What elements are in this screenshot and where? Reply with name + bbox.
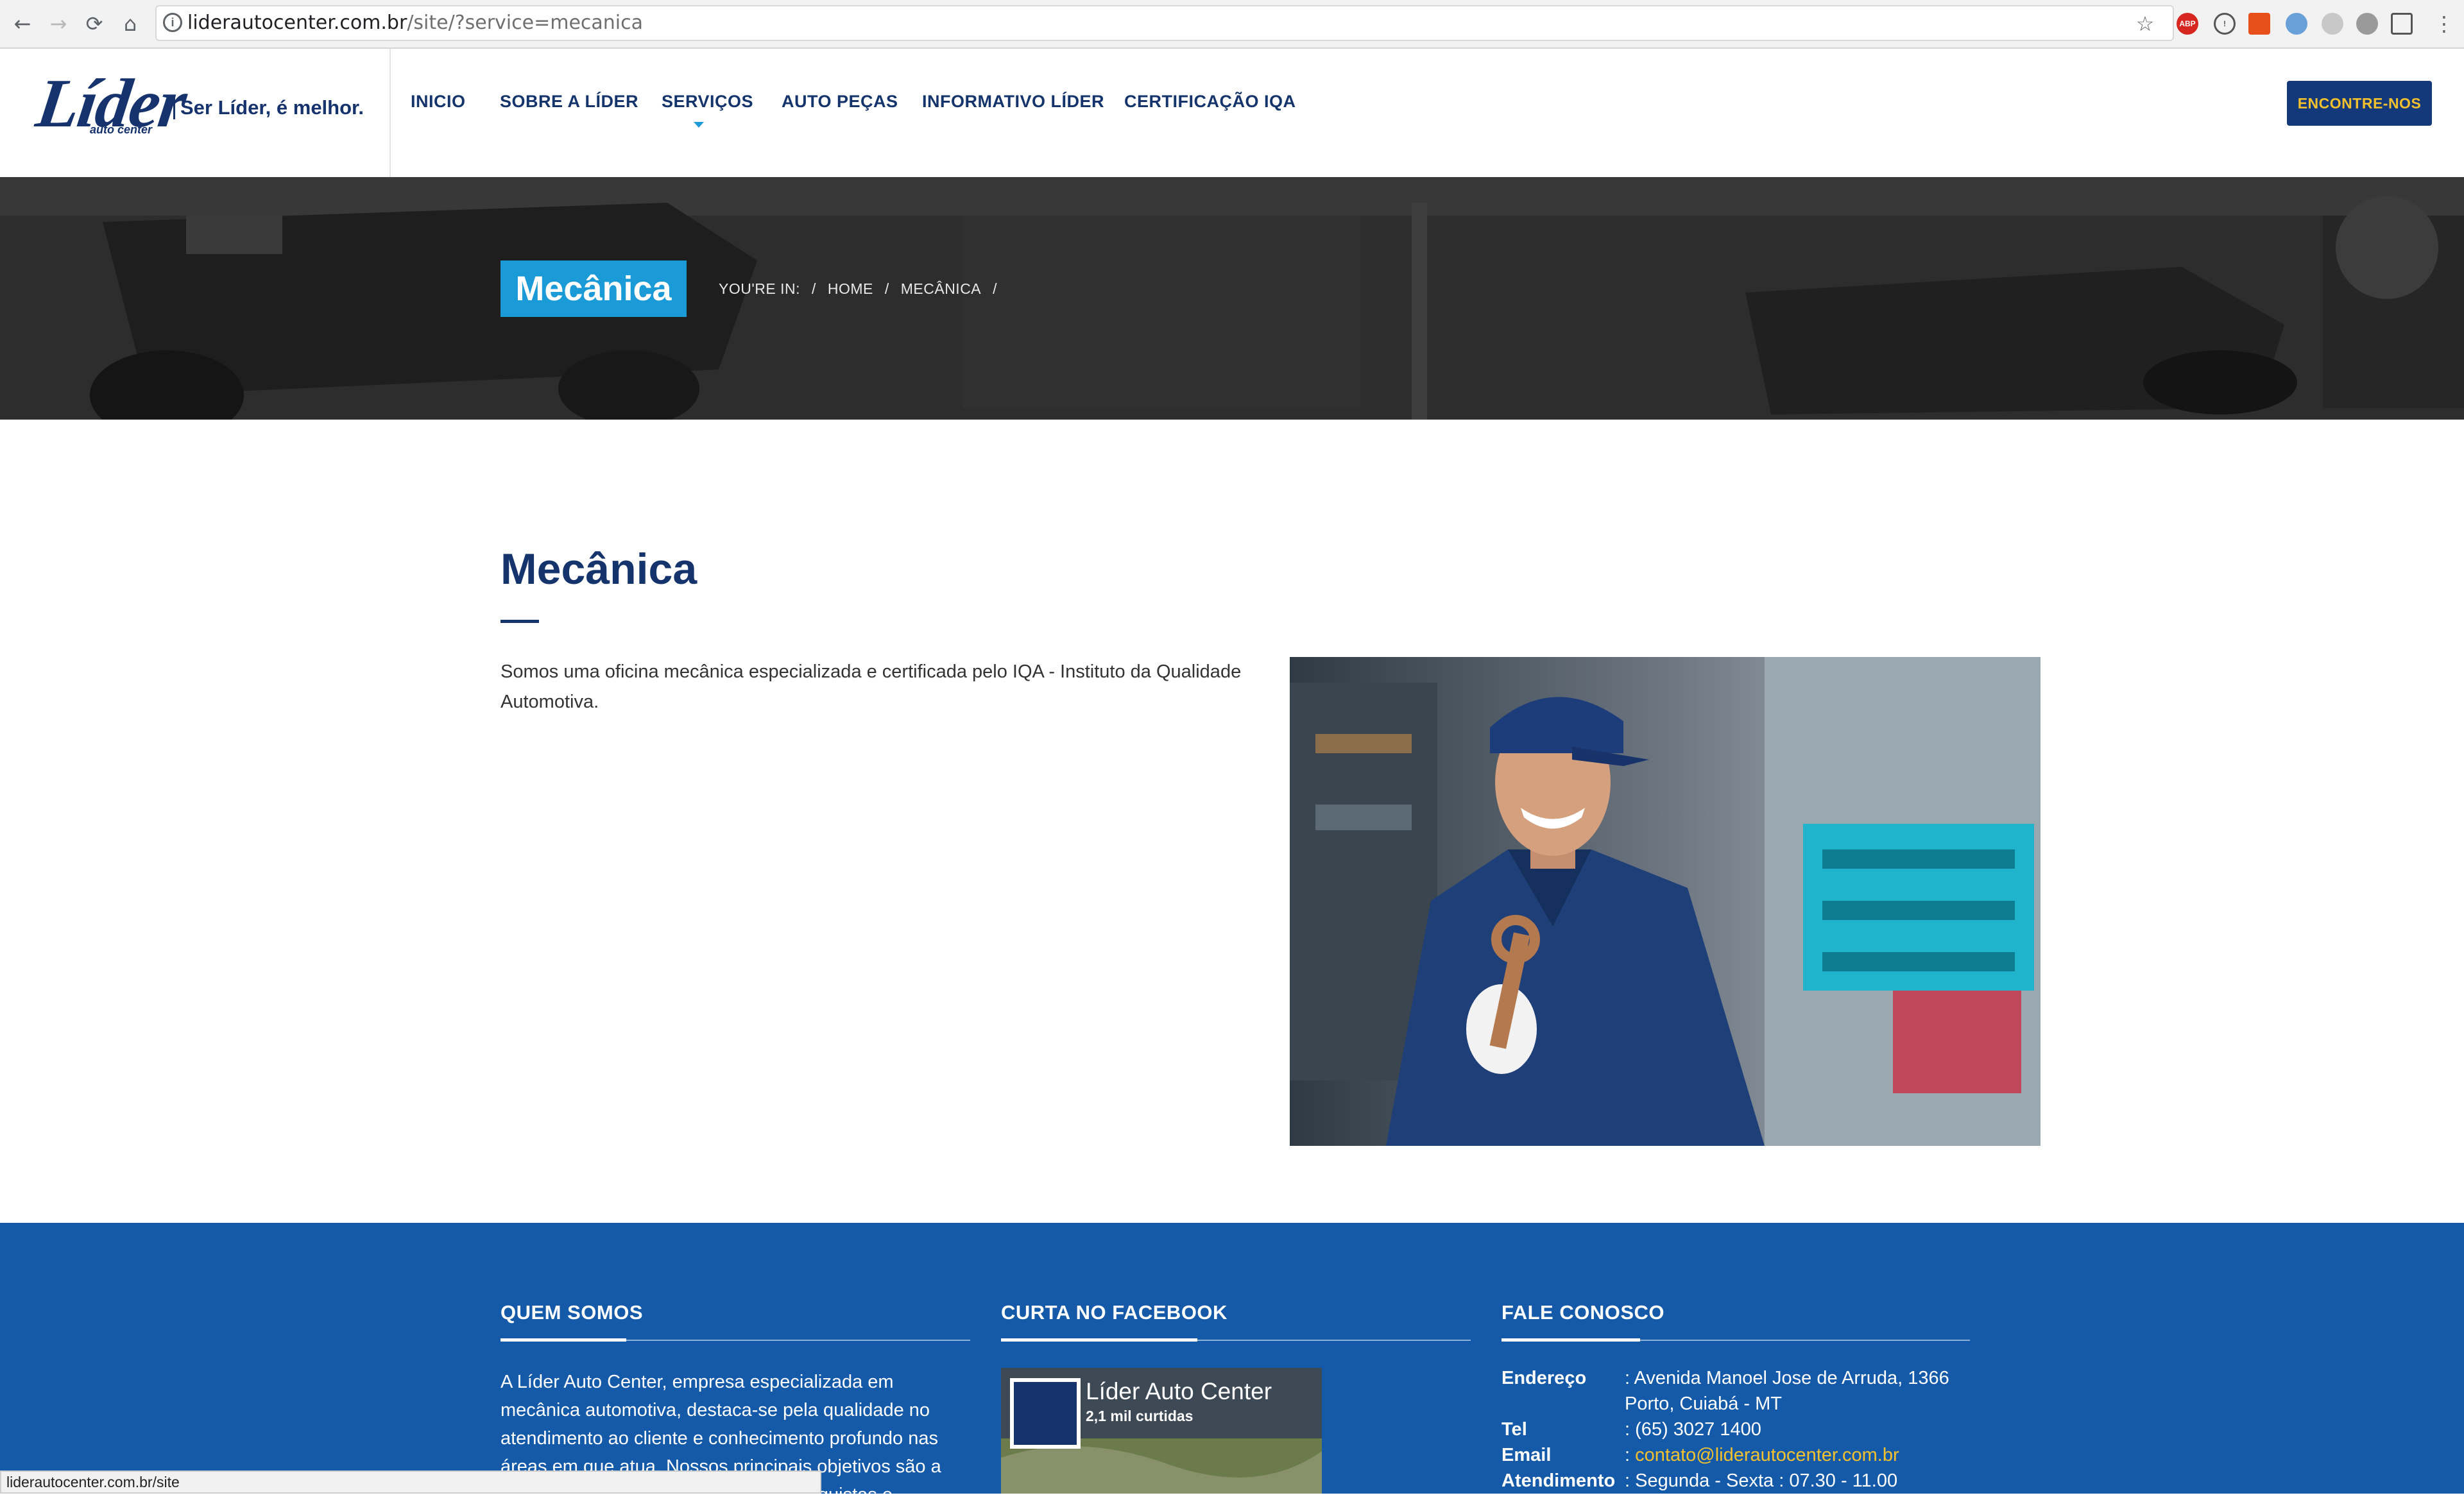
site-info-icon[interactable]: i bbox=[163, 13, 182, 32]
contact-email-label: Email bbox=[1502, 1445, 1552, 1465]
contact-hours-label: Atendimento bbox=[1502, 1471, 1616, 1491]
nav-sobre[interactable]: SOBRE A LÍDER bbox=[500, 92, 638, 112]
footer-contact-heading: FALE CONOSCO bbox=[1502, 1301, 1665, 1324]
cast-icon[interactable] bbox=[2391, 13, 2413, 35]
contact-address-label: Endereço bbox=[1502, 1368, 1587, 1388]
page-title: Mecânica bbox=[501, 545, 697, 593]
extension-gray-icon[interactable] bbox=[2322, 13, 2343, 35]
logo-subtitle: auto center bbox=[90, 123, 153, 136]
facebook-page-name[interactable]: Líder Auto Center bbox=[1086, 1378, 1272, 1405]
footer-facebook-heading: CURTA NO FACEBOOK bbox=[1001, 1301, 1228, 1324]
nav-informativo[interactable]: INFORMATIVO LÍDER bbox=[922, 92, 1104, 112]
bookmark-star-icon[interactable]: ☆ bbox=[2130, 9, 2160, 38]
contact-email-row: : contato@liderautocenter.com.br bbox=[1625, 1445, 1899, 1466]
nav-certificacao[interactable]: CERTIFICAÇÃO IQA bbox=[1124, 92, 1296, 112]
contact-email-prefix: : bbox=[1625, 1445, 1636, 1465]
nav-servicos[interactable]: SERVIÇOS bbox=[662, 92, 753, 112]
footer-facebook-rule-accent bbox=[1001, 1338, 1197, 1342]
breadcrumb-separator: / bbox=[884, 280, 889, 297]
mechanic-photo bbox=[1290, 657, 2041, 1146]
tagline: Ser Líder, é melhor. bbox=[173, 96, 364, 119]
breadcrumb-home[interactable]: HOME bbox=[828, 280, 873, 297]
contact-phone-label: Tel bbox=[1502, 1419, 1527, 1440]
hero-title: Mecânica bbox=[501, 260, 687, 317]
contact-address-value: : Avenida Manoel Jose de Arruda, 1366 bbox=[1625, 1368, 1949, 1388]
url-path: /site/?service=mecanica bbox=[407, 12, 644, 34]
breadcrumb-separator: / bbox=[993, 280, 998, 297]
site-header bbox=[0, 49, 2464, 177]
breadcrumb: YOU'RE IN: / HOME / MECÂNICA / bbox=[719, 280, 1009, 298]
extension-globe-icon[interactable] bbox=[2286, 13, 2307, 35]
office-extension-icon[interactable] bbox=[2248, 13, 2270, 35]
forward-icon[interactable]: → bbox=[44, 9, 73, 38]
home-icon[interactable]: ⌂ bbox=[116, 9, 145, 38]
breadcrumb-current: MECÂNICA bbox=[900, 280, 982, 297]
browser-status-bar: liderautocenter.com.br/site bbox=[0, 1471, 821, 1494]
chevron-down-icon bbox=[694, 122, 704, 128]
extension-info-icon[interactable]: ! bbox=[2214, 13, 2236, 35]
hero-background-image bbox=[0, 177, 2464, 420]
nav-auto-pecas[interactable]: AUTO PEÇAS bbox=[782, 92, 898, 112]
menu-kebab-icon[interactable]: ⋮ bbox=[2429, 9, 2459, 38]
footer-about-heading: QUEM SOMOS bbox=[501, 1301, 644, 1324]
url-host: liderautocenter.com.br bbox=[187, 12, 407, 34]
header-divider bbox=[389, 49, 391, 177]
adblock-icon[interactable]: ABP bbox=[2177, 13, 2198, 35]
nav-inicio[interactable]: INICIO bbox=[411, 92, 466, 112]
facebook-likes: 2,1 mil curtidas bbox=[1086, 1408, 1194, 1424]
contact-email-link[interactable]: contato@liderautocenter.com.br bbox=[1635, 1445, 1899, 1465]
intro-text: Somos uma oficina mecânica especializada… bbox=[501, 661, 1242, 712]
footer-contact-rule-accent bbox=[1502, 1338, 1640, 1342]
address-url[interactable]: liderautocenter.com.br/site/?service=mec… bbox=[187, 12, 643, 34]
contact-hours-value: : Segunda - Sexta : 07.30 - 11.00 bbox=[1625, 1471, 1898, 1491]
contact-phone-value: : (65) 3027 1400 bbox=[1625, 1419, 1761, 1440]
title-underline bbox=[501, 620, 539, 623]
reload-icon[interactable]: ⟳ bbox=[80, 9, 109, 38]
breadcrumb-separator: / bbox=[811, 280, 816, 297]
contact-address-city: Porto, Cuiabá - MT bbox=[1625, 1394, 1782, 1414]
find-us-button[interactable]: ENCONTRE-NOS bbox=[2287, 81, 2432, 126]
back-icon[interactable]: ← bbox=[8, 9, 37, 38]
footer-about-rule-accent bbox=[501, 1338, 626, 1342]
hero-banner bbox=[0, 177, 2464, 420]
extension-settings-icon[interactable] bbox=[2356, 13, 2378, 35]
breadcrumb-prefix: YOU'RE IN: bbox=[719, 280, 800, 297]
